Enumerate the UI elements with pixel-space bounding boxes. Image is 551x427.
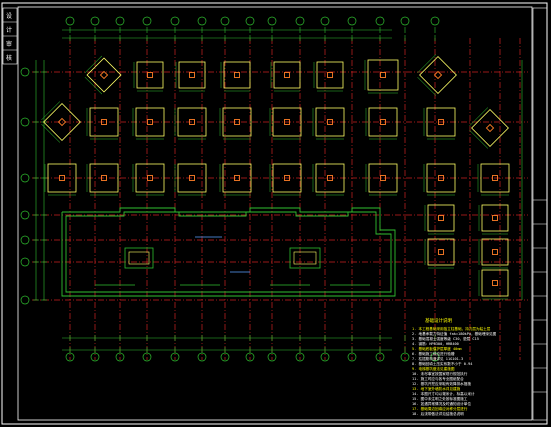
design-note-line: 5. 基础底板保护层厚度 40mm xyxy=(412,346,462,351)
design-note-line: 3. 基础混凝土强度等级 C30，垫层 C15 xyxy=(412,336,479,341)
design-note-line: 11. 施工时应与各专业图纸配合 xyxy=(412,376,464,381)
design-note-line: 15. 图中未注明之处按标准图施工 xyxy=(412,396,468,401)
design-note-line: 7. 柱插筋构造详见 11G101-3 xyxy=(412,356,463,361)
title-block-left-cell-1: 设 xyxy=(6,12,12,20)
design-note-line: 2. 地基承载力特征值 fak=180kPa，基础埋深见图 xyxy=(412,331,497,336)
notes-title: 基础设计说明 xyxy=(425,317,452,324)
design-note-line: 4. 钢筋：HPB300，HRB400 xyxy=(412,341,459,346)
design-note-line: 17. 基础周边回填应对称分层进行 xyxy=(412,406,468,411)
title-block-left-cell-3: 审 xyxy=(6,40,12,48)
design-note-line: 9. 电梯基坑做法见建施图 xyxy=(412,366,455,371)
design-note-line: 1. 本工程基础采用独立柱基础，持力层为粘土层 xyxy=(412,326,491,331)
design-note-line: 12. 基坑开挖应采取有效降排水措施 xyxy=(412,381,471,386)
cad-drawing-canvas: 设 计 审 核 基础设计说明 1. 本工程基础采用独立柱基础，持力层为粘土层 2.… xyxy=(0,0,551,427)
foundation-plan-svg: 设 计 审 核 基础设计说明 1. 本工程基础采用独立柱基础，持力层为粘土层2.… xyxy=(0,0,551,427)
title-block-left-cell-2: 计 xyxy=(6,26,12,34)
design-note-line: 8. 基础回填土压实系数不小于 0.94 xyxy=(412,361,472,366)
design-note-line: 13. 地下室外墙防水详见建施 xyxy=(412,386,461,391)
title-block-left-cell-4: 核 xyxy=(6,54,12,62)
design-note-line: 10. 未尽事宜按国家现行规范执行 xyxy=(412,371,468,376)
design-note-line: 14. 本图尺寸均以毫米计，标高以米计 xyxy=(412,391,475,396)
design-note-line: 6. 基础施工前应进行验槽 xyxy=(412,351,455,356)
design-note-line: 16. 如遇异常情况及时通知设计单位 xyxy=(412,401,471,406)
design-note-line: 18. 后浇带做法详见结施总说明 xyxy=(412,411,464,416)
